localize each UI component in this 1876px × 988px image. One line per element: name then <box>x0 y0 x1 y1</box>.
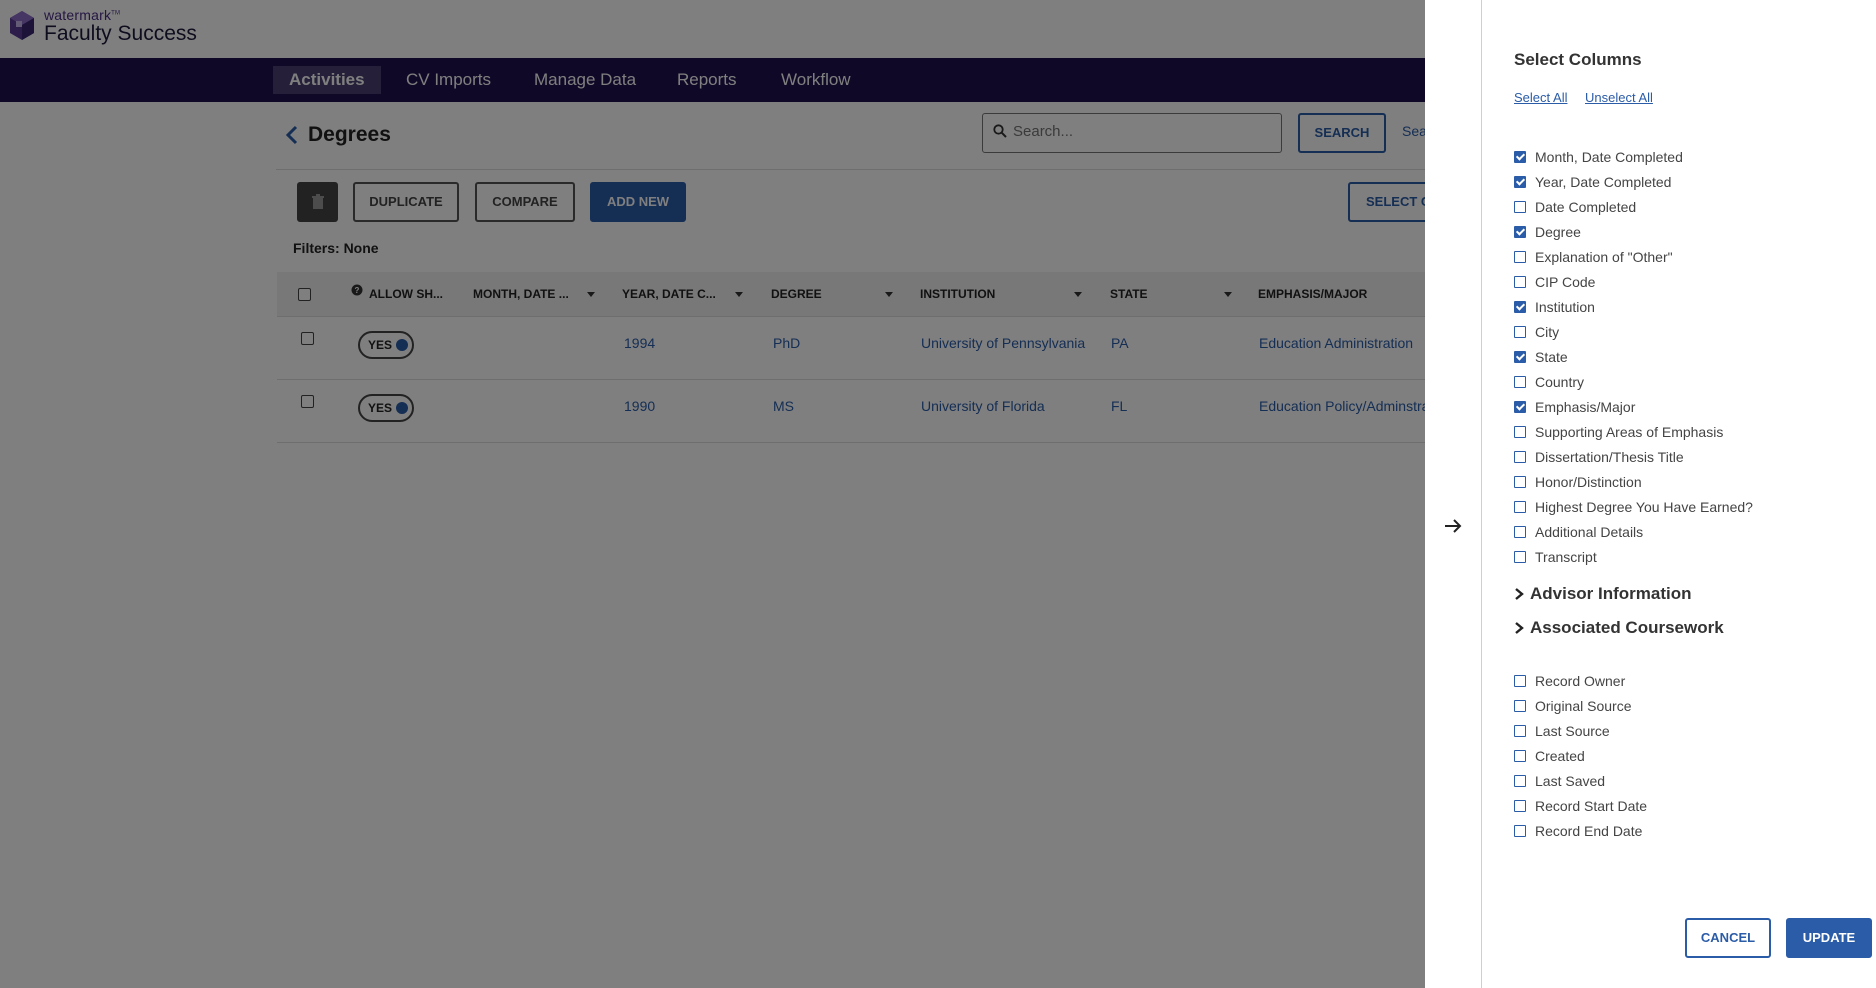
column-label: Degree <box>1535 223 1581 240</box>
column-checkbox[interactable] <box>1514 375 1526 388</box>
column-checkbox[interactable] <box>1514 250 1526 263</box>
column-option[interactable]: Honor/Distinction <box>1514 469 1753 494</box>
chevron-right-icon <box>1515 588 1524 600</box>
column-checkbox[interactable] <box>1514 799 1526 812</box>
column-option[interactable]: Institution <box>1514 294 1753 319</box>
column-label: Created <box>1535 747 1585 764</box>
column-option[interactable]: Additional Details <box>1514 519 1753 544</box>
column-checkbox[interactable] <box>1514 200 1526 213</box>
panel-divider <box>1481 0 1482 988</box>
column-checkbox[interactable] <box>1514 225 1526 238</box>
column-label: Explanation of "Other" <box>1535 248 1673 265</box>
column-checkbox[interactable] <box>1514 450 1526 463</box>
column-option[interactable]: Dissertation/Thesis Title <box>1514 444 1753 469</box>
column-checkbox[interactable] <box>1514 400 1526 413</box>
column-option[interactable]: Last Source <box>1514 718 1647 743</box>
column-label: Additional Details <box>1535 523 1644 540</box>
column-option[interactable]: Highest Degree You Have Earned? <box>1514 494 1753 519</box>
cancel-button[interactable]: CANCEL <box>1685 918 1771 958</box>
column-option[interactable]: Country <box>1514 369 1753 394</box>
column-option[interactable]: State <box>1514 344 1753 369</box>
column-option[interactable]: Created <box>1514 743 1647 768</box>
column-checkbox[interactable] <box>1514 300 1526 313</box>
column-option[interactable]: Supporting Areas of Emphasis <box>1514 419 1753 444</box>
column-option[interactable]: Record Start Date <box>1514 793 1647 818</box>
column-checkbox[interactable] <box>1514 325 1526 338</box>
column-checkbox[interactable] <box>1514 824 1526 837</box>
column-checkbox[interactable] <box>1514 525 1526 538</box>
column-option[interactable]: Degree <box>1514 219 1753 244</box>
section-advisor-information[interactable]: Advisor Information <box>1514 584 1692 604</box>
column-option[interactable]: Record Owner <box>1514 668 1647 693</box>
column-checkbox[interactable] <box>1514 425 1526 438</box>
chevron-right-icon <box>1515 622 1524 634</box>
section-label: Associated Coursework <box>1530 618 1724 637</box>
column-option[interactable]: Emphasis/Major <box>1514 394 1753 419</box>
unselect-all-link[interactable]: Unselect All <box>1585 90 1653 105</box>
panel-title: Select Columns <box>1514 50 1642 69</box>
column-label: Record Owner <box>1535 672 1626 689</box>
select-columns-panel: Select Columns Select All Unselect All M… <box>1425 0 1876 988</box>
column-options-list: Month, Date Completed Year, Date Complete… <box>1514 144 1753 569</box>
column-option[interactable]: City <box>1514 319 1753 344</box>
column-label: CIP Code <box>1535 273 1596 290</box>
column-option[interactable]: Last Saved <box>1514 768 1647 793</box>
column-label: Institution <box>1535 298 1595 315</box>
column-label: Supporting Areas of Emphasis <box>1535 423 1724 440</box>
column-label: City <box>1535 323 1560 340</box>
column-label: Record End Date <box>1535 822 1643 839</box>
section-associated-coursework[interactable]: Associated Coursework <box>1514 618 1724 638</box>
column-label: State <box>1535 348 1568 365</box>
column-checkbox[interactable] <box>1514 674 1526 687</box>
column-option[interactable]: Original Source <box>1514 693 1647 718</box>
update-button[interactable]: UPDATE <box>1786 918 1872 958</box>
column-checkbox[interactable] <box>1514 275 1526 288</box>
column-checkbox[interactable] <box>1514 500 1526 513</box>
column-checkbox[interactable] <box>1514 550 1526 563</box>
record-columns-list: Record Owner Original Source Last Source Cr… <box>1514 668 1647 843</box>
column-label: Country <box>1535 373 1585 390</box>
section-label: Advisor Information <box>1530 584 1692 603</box>
column-checkbox[interactable] <box>1514 774 1526 787</box>
column-label: Last Saved <box>1535 772 1606 789</box>
column-label: Original Source <box>1535 697 1632 714</box>
column-option[interactable]: Month, Date Completed <box>1514 144 1753 169</box>
column-checkbox[interactable] <box>1514 475 1526 488</box>
column-label: Date Completed <box>1535 198 1637 215</box>
column-option[interactable]: Record End Date <box>1514 818 1647 843</box>
column-checkbox[interactable] <box>1514 749 1526 762</box>
column-checkbox[interactable] <box>1514 350 1526 363</box>
column-option[interactable]: Year, Date Completed <box>1514 169 1753 194</box>
column-checkbox[interactable] <box>1514 699 1526 712</box>
arrow-right-icon[interactable] <box>1443 516 1463 536</box>
column-label: Month, Date Completed <box>1535 148 1683 165</box>
modal-backdrop[interactable] <box>0 0 1425 988</box>
column-checkbox[interactable] <box>1514 724 1526 737</box>
column-label: Honor/Distinction <box>1535 473 1642 490</box>
column-label: Last Source <box>1535 722 1610 739</box>
column-option[interactable]: Date Completed <box>1514 194 1753 219</box>
column-checkbox[interactable] <box>1514 175 1526 188</box>
select-all-link[interactable]: Select All <box>1514 90 1567 105</box>
column-label: Highest Degree You Have Earned? <box>1535 498 1753 515</box>
column-label: Record Start Date <box>1535 797 1648 814</box>
column-label: Year, Date Completed <box>1535 173 1672 190</box>
column-option[interactable]: CIP Code <box>1514 269 1753 294</box>
column-label: Emphasis/Major <box>1535 398 1636 415</box>
column-label: Transcript <box>1535 548 1597 565</box>
column-label: Dissertation/Thesis Title <box>1535 448 1684 465</box>
column-checkbox[interactable] <box>1514 150 1526 163</box>
column-option[interactable]: Explanation of "Other" <box>1514 244 1753 269</box>
column-option[interactable]: Transcript <box>1514 544 1753 569</box>
